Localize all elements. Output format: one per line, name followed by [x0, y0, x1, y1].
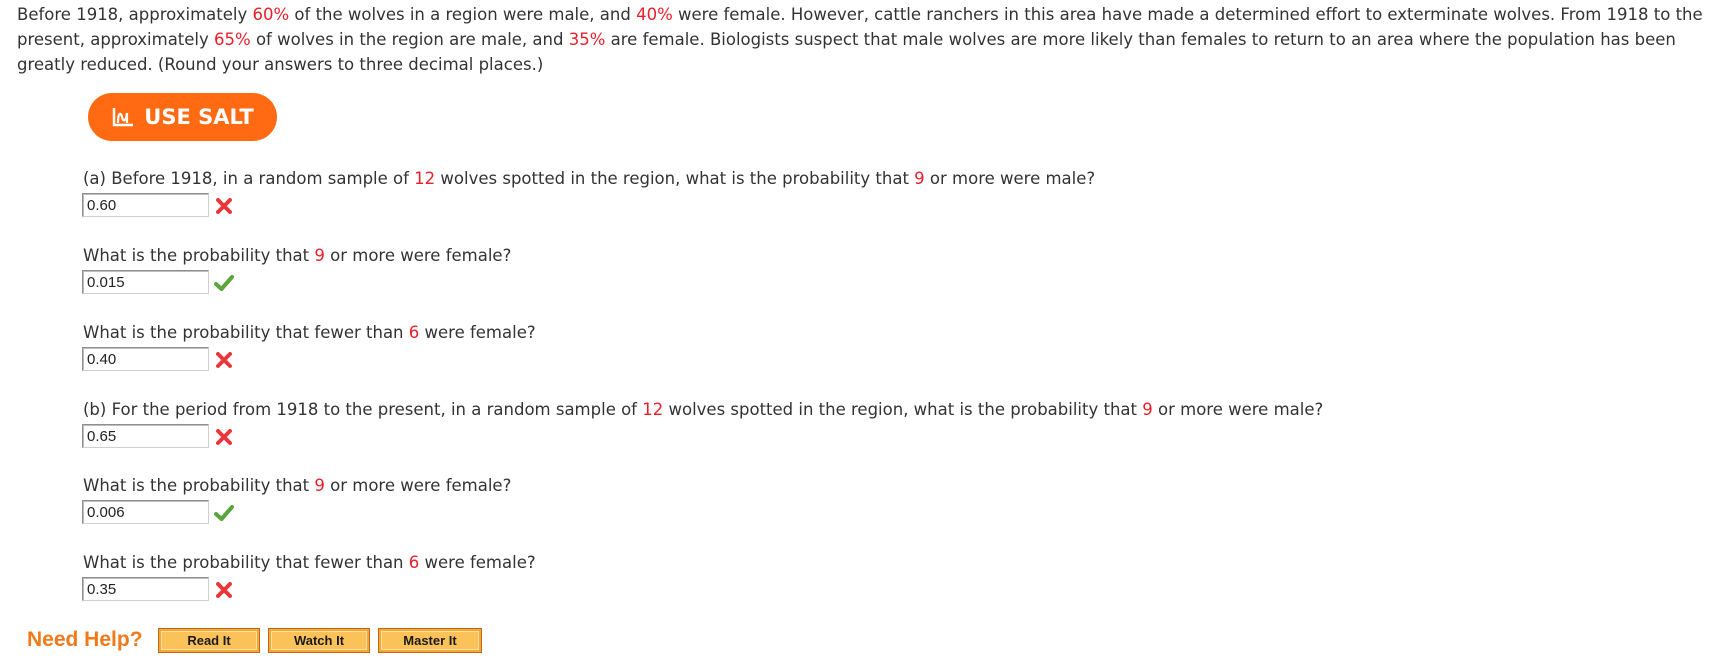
answer-input[interactable]: [82, 424, 209, 448]
intro-text: of wolves in the region are male, and: [250, 30, 569, 49]
question-segment: or more were male?: [924, 169, 1096, 188]
answer-input[interactable]: [82, 500, 209, 524]
question-number: 12: [642, 400, 664, 419]
answer-input[interactable]: [82, 193, 209, 217]
read-it-button[interactable]: Read It: [158, 628, 260, 653]
answer-input[interactable]: [82, 270, 209, 294]
question-segment: or more were female?: [324, 476, 512, 495]
question-segment: or more were male?: [1152, 400, 1324, 419]
watch-it-label: Watch It: [271, 631, 367, 650]
answer-input[interactable]: [82, 577, 209, 601]
question-number: 9: [1142, 400, 1153, 419]
question-segment: (b) For the period from 1918 to the pres…: [83, 400, 643, 419]
question-text: (b) For the period from 1918 to the pres…: [83, 399, 1583, 421]
question-number: 9: [914, 169, 925, 188]
question-segment: or more were female?: [324, 246, 512, 265]
question-number: 12: [414, 169, 436, 188]
pct-female-before: 40%: [636, 5, 673, 24]
question-segment: were female?: [419, 323, 536, 342]
question-segment: wolves spotted in the region, what is th…: [663, 400, 1143, 419]
question-segment: What is the probability that fewer than: [83, 553, 409, 572]
salt-chart-icon: [113, 108, 134, 127]
intro-text: of the wolves in a region were male, and: [289, 5, 637, 24]
question-number: 6: [408, 323, 420, 342]
pct-female-after: 35%: [568, 30, 606, 49]
question-number: 6: [408, 553, 420, 572]
cross-icon: [216, 582, 232, 598]
answer-input[interactable]: [82, 347, 209, 371]
question-text: What is the probability that fewer than …: [83, 322, 1583, 344]
question-text: What is the probability that 9 or more w…: [83, 475, 1583, 497]
read-it-label: Read It: [161, 631, 257, 650]
question-number: 9: [314, 476, 325, 495]
intro-text: Before 1918, approximately: [17, 5, 253, 24]
checkmark-icon: [214, 505, 234, 521]
pct-male-before: 60%: [252, 5, 290, 24]
question-text: (a) Before 1918, in a random sample of 1…: [83, 168, 1583, 190]
master-it-button[interactable]: Master It: [378, 628, 482, 653]
use-salt-label: USE SALT: [144, 105, 254, 129]
question-segment: What is the probability that fewer than: [83, 323, 409, 342]
question-segment: were female?: [419, 553, 536, 572]
master-it-label: Master It: [381, 631, 479, 650]
cross-icon: [216, 352, 232, 368]
question-segment: (a) Before 1918, in a random sample of: [83, 169, 415, 188]
need-help-label: Need Help?: [27, 628, 143, 651]
cross-icon: [216, 198, 232, 214]
question-text: What is the probability that 9 or more w…: [83, 245, 1583, 267]
question-segment: wolves spotted in the region, what is th…: [435, 169, 915, 188]
question-segment: What is the probability that: [83, 476, 315, 495]
use-salt-button[interactable]: USE SALT: [88, 93, 277, 141]
pct-male-after: 65%: [214, 30, 251, 49]
question-text: What is the probability that fewer than …: [83, 552, 1583, 574]
watch-it-button[interactable]: Watch It: [268, 628, 370, 653]
question-segment: What is the probability that: [83, 246, 315, 265]
checkmark-icon: [214, 275, 234, 291]
question-number: 9: [314, 246, 325, 265]
cross-icon: [216, 429, 232, 445]
problem-statement: Before 1918, approximately 60% of the wo…: [17, 2, 1707, 77]
